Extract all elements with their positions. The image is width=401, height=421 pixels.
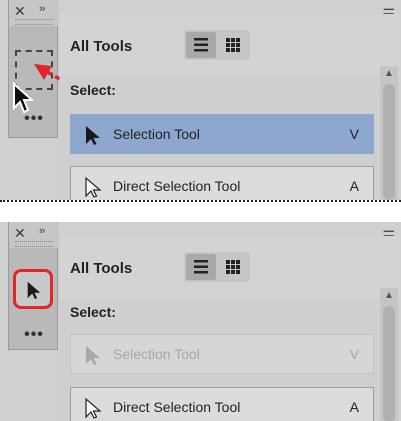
all-tools-panel-after: ✕ ›› ••• ☰ All Tools Select: Selection T…	[0, 222, 401, 421]
tool-label: Selection Tool	[113, 346, 200, 362]
scroll-thumb[interactable]	[383, 84, 395, 200]
tool-row-selection[interactable]: Selection Tool V	[70, 334, 374, 374]
section-label: Select:	[70, 82, 116, 98]
direct-selection-tool-icon	[85, 176, 102, 198]
section-label: Select:	[70, 304, 116, 320]
tool-shortcut: A	[349, 178, 359, 194]
tool-shortcut: A	[349, 399, 359, 415]
grid-view-icon[interactable]	[218, 254, 248, 280]
view-toggle	[184, 30, 250, 60]
list-view-icon[interactable]	[186, 254, 216, 280]
tool-row-direct-selection[interactable]: Direct Selection Tool A	[70, 166, 374, 200]
view-toggle	[184, 252, 250, 282]
tool-label: Direct Selection Tool	[113, 399, 241, 415]
close-icon[interactable]: ✕	[14, 225, 26, 242]
grid-view-icon[interactable]	[218, 32, 248, 58]
toolbar-header: ✕ ››	[9, 0, 59, 26]
more-icon[interactable]: •••	[9, 326, 59, 344]
tool-label: Direct Selection Tool	[113, 178, 241, 194]
expand-icon[interactable]: ››	[39, 3, 45, 15]
scroll-thumb[interactable]	[383, 306, 395, 421]
panel-title: All Tools	[70, 260, 133, 277]
scrollbar[interactable]: ▲	[380, 66, 398, 200]
panel-title: All Tools	[70, 38, 133, 55]
direct-selection-tool-icon	[85, 397, 102, 419]
drag-grip[interactable]	[15, 241, 53, 247]
selection-tool-icon	[86, 346, 100, 365]
scroll-up-icon[interactable]: ▲	[384, 290, 394, 301]
custom-toolbar: ✕ ›› •••	[8, 222, 59, 350]
expand-icon[interactable]: ››	[39, 225, 45, 237]
scroll-up-icon[interactable]: ▲	[384, 68, 394, 79]
selection-tool-icon	[27, 281, 41, 299]
added-selection-tool[interactable]	[13, 269, 53, 309]
all-tools-panel-before: ✕ ›› ••• ☰ All Tools Select: Selection T…	[0, 0, 401, 200]
list-view-icon[interactable]	[186, 32, 216, 58]
separator	[0, 200, 401, 202]
tool-row-selection[interactable]: Selection Tool V	[70, 114, 374, 154]
tool-shortcut: V	[349, 346, 359, 362]
tool-row-direct-selection[interactable]: Direct Selection Tool A	[70, 387, 374, 421]
tool-shortcut: V	[349, 126, 359, 142]
drag-grip[interactable]	[15, 19, 53, 25]
close-icon[interactable]: ✕	[14, 3, 26, 20]
selection-tool-icon	[86, 126, 100, 145]
scrollbar[interactable]: ▲	[380, 288, 398, 421]
tool-label: Selection Tool	[113, 126, 200, 142]
toolbar-header: ✕ ››	[9, 222, 59, 248]
